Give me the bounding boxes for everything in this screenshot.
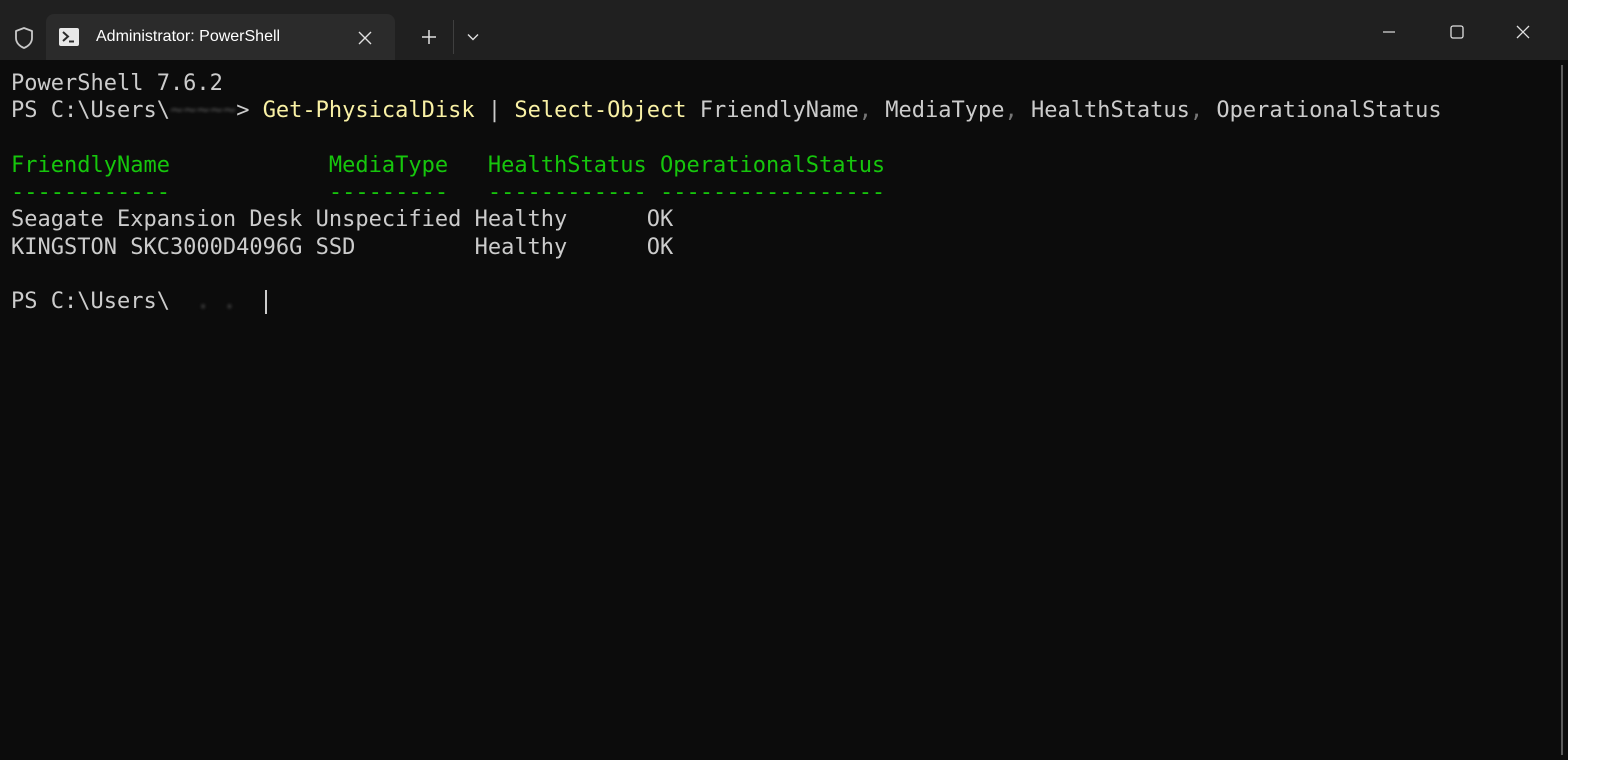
version-line: PowerShell 7.6.2	[11, 71, 223, 96]
redacted-username: . .	[169, 289, 263, 315]
minimize-icon	[1383, 31, 1395, 33]
window-close-button[interactable]	[1498, 12, 1548, 52]
command-select: Select-Object	[514, 98, 687, 124]
redacted-username: ~~~~~	[169, 98, 237, 124]
new-tab-button[interactable]	[414, 23, 444, 51]
maximize-icon	[1450, 25, 1464, 39]
table-underline: ------------ --------- ------------ ----…	[11, 180, 886, 206]
arg-separator: ,	[1189, 98, 1204, 124]
powershell-icon	[58, 27, 80, 47]
titlebar-separator	[453, 20, 454, 54]
plus-icon	[422, 30, 436, 44]
arg-separator: ,	[858, 98, 872, 124]
close-icon[interactable]	[353, 26, 377, 50]
terminal-output[interactable]: PowerShell 7.6.2 PS C:\Users\~~~~~> Get-…	[11, 70, 1568, 760]
final-prompt-line: PS C:\Users\ . .	[11, 288, 1568, 315]
command-line: PS C:\Users\~~~~~> Get-PhysicalDisk | Se…	[11, 97, 1568, 124]
tab-powershell[interactable]: Administrator: PowerShell	[46, 14, 395, 60]
command-name: Get-PhysicalDisk	[262, 98, 475, 124]
command-arg: MediaType	[885, 98, 1005, 124]
chevron-down-icon	[467, 34, 479, 41]
prompt-gt: >	[236, 98, 250, 124]
command-arg: OperationalStatus	[1216, 98, 1442, 124]
pipe-symbol: |	[487, 98, 502, 124]
table-header: FriendlyName MediaType HealthStatus Oper…	[11, 152, 886, 178]
prompt-path: PS C:\Users\	[11, 289, 170, 315]
tab-title: Administrator: PowerShell	[96, 28, 281, 45]
command-arg: FriendlyName	[699, 98, 859, 124]
prompt-path: PS C:\Users\	[11, 98, 170, 124]
command-arg: HealthStatus	[1030, 98, 1190, 124]
table-row: KINGSTON SKC3000D4096G SSD Healthy OK	[11, 234, 674, 260]
maximize-button[interactable]	[1432, 12, 1482, 52]
terminal-window: Administrator: PowerShell PowerShell 7.6…	[0, 0, 1568, 760]
arg-separator: ,	[1004, 98, 1018, 124]
text-cursor	[264, 290, 267, 315]
table-row: Seagate Expansion Desk Unspecified Healt…	[11, 207, 674, 233]
title-bar[interactable]: Administrator: PowerShell	[0, 0, 1568, 60]
tab-dropdown-button[interactable]	[459, 23, 487, 51]
minimize-button[interactable]	[1364, 12, 1414, 52]
scrollbar-thumb[interactable]	[1561, 65, 1563, 755]
close-icon	[1516, 25, 1530, 39]
shield-icon	[10, 24, 38, 52]
